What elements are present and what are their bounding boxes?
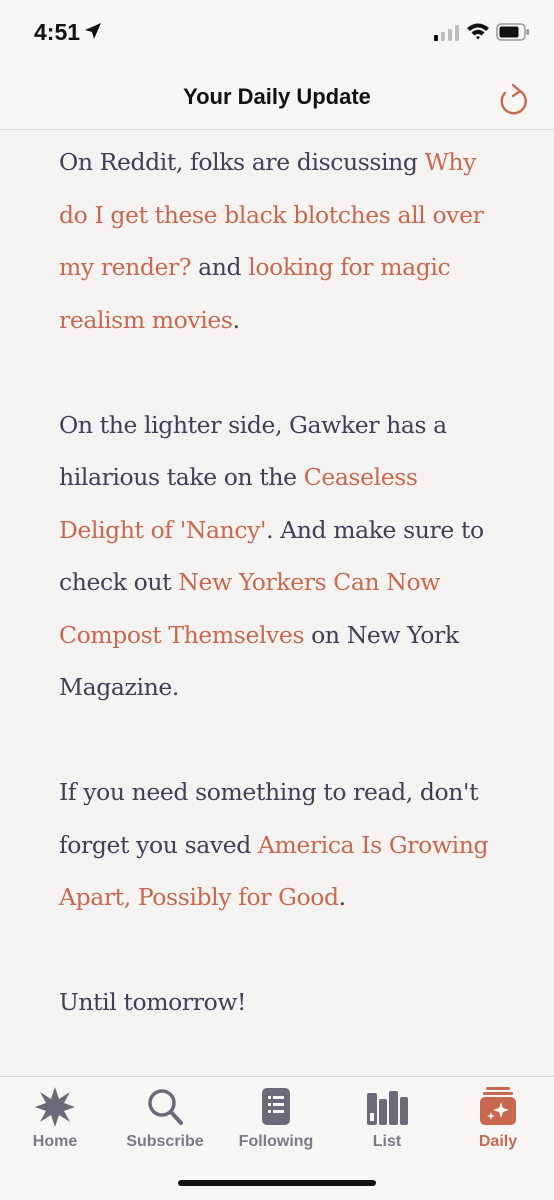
tab-daily[interactable]: Daily bbox=[443, 1085, 553, 1155]
text: Until tomorrow! bbox=[59, 988, 247, 1016]
daily-update-content: On Reddit, folks are discussing Why do I… bbox=[59, 136, 499, 1081]
page-title: Your Daily Update bbox=[183, 84, 371, 109]
books-icon bbox=[367, 1091, 408, 1125]
paragraph-lighter-side: On the lighter side, Gawker has a hilari… bbox=[59, 399, 499, 714]
tab-subscribe[interactable]: Subscribe bbox=[110, 1085, 220, 1155]
status-bar: 4:51 bbox=[0, 0, 554, 62]
text: . bbox=[232, 305, 240, 334]
paragraph-reddit: On Reddit, folks are discussing Why do I… bbox=[59, 136, 499, 346]
paragraph-saved: If you need something to read, don't for… bbox=[59, 766, 499, 924]
cellular-signal-icon bbox=[434, 25, 460, 46]
tab-home[interactable]: Home bbox=[0, 1085, 110, 1155]
search-icon bbox=[148, 1089, 183, 1125]
text: and bbox=[191, 253, 249, 281]
tab-label: Following bbox=[238, 1133, 314, 1150]
tab-label: Home bbox=[32, 1133, 78, 1150]
tab-label: List bbox=[372, 1133, 402, 1150]
tab-list[interactable]: List bbox=[332, 1085, 442, 1155]
sparkle-card-icon bbox=[480, 1087, 516, 1125]
tab-label: Subscribe bbox=[126, 1133, 204, 1150]
tab-following[interactable]: Following bbox=[221, 1085, 331, 1155]
starburst-icon bbox=[35, 1087, 75, 1127]
home-indicator[interactable] bbox=[178, 1180, 376, 1186]
battery-icon bbox=[496, 23, 530, 46]
tab-label: Daily bbox=[478, 1133, 518, 1150]
location-arrow-icon bbox=[84, 22, 102, 45]
text: On Reddit, folks are discussing bbox=[59, 148, 425, 176]
paragraph-signoff: Until tomorrow! bbox=[59, 976, 499, 1029]
refresh-button[interactable] bbox=[496, 82, 530, 123]
text: . bbox=[338, 883, 346, 911]
notebook-icon bbox=[262, 1088, 290, 1125]
wifi-icon bbox=[466, 22, 490, 45]
refresh-icon bbox=[500, 83, 527, 115]
header-bar: Your Daily Update bbox=[0, 62, 554, 130]
status-time: 4:51 bbox=[34, 19, 81, 45]
